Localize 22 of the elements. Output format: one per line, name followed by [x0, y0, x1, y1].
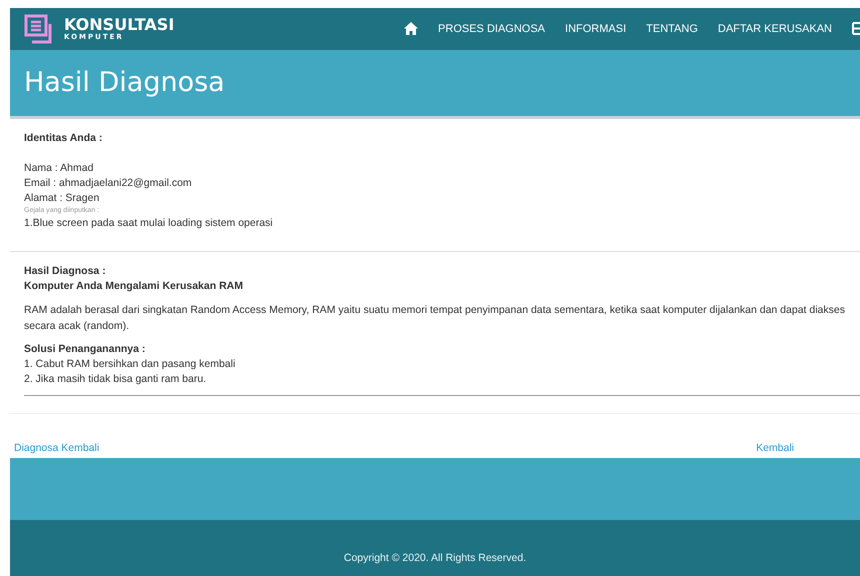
diagnose-again-link[interactable]: Diagnosa Kembali: [14, 442, 100, 454]
solution-line: 1. Cabut RAM bersihkan dan pasang kembali: [24, 356, 236, 372]
nav-link[interactable]: PROSES DIAGNOSA: [438, 22, 546, 35]
nav-link[interactable]: DAFTAR KERUSAKAN: [718, 22, 832, 35]
identity-line: Alamat : Sragen: [24, 190, 100, 206]
symptom-line: 1.Blue screen pada saat mulai loading sistem operasi: [24, 216, 274, 231]
home-icon[interactable]: [404, 22, 418, 36]
solution-heading: Solusi Penanganannya :: [24, 342, 146, 357]
brand-title: KONSULTASI: [64, 16, 174, 33]
copyright-text: Copyright © 2020. All Rights Reserved.: [344, 552, 526, 564]
diagnosis-text: Komputer Anda Mengalami Kerusakan RAM: [24, 278, 244, 294]
nav-link[interactable]: TENTANG: [646, 22, 698, 35]
identity-line: Nama : Ahmad: [24, 160, 94, 176]
page-title: Hasil Diagnosa: [24, 67, 225, 98]
identity-line: Email : ahmadjaelani22@gmail.com: [24, 176, 193, 191]
back-link[interactable]: Kembali: [756, 442, 794, 454]
description-text: RAM adalah berasal dari singkatan Random Access Memory, RAM yaitu suatu memori tempat penyimpanan data sementara, ketika saat komputer dijalankan dan dapat diakses secara acak (random).: [24, 302, 846, 334]
section-heading: Identitas Anda :: [24, 130, 104, 146]
solution-line: 2. Jika masih tidak bisa ganti ram baru.: [24, 372, 208, 387]
section-heading: Hasil Diagnosa :: [24, 264, 107, 279]
menu-icon[interactable]: [852, 22, 860, 36]
nav-link[interactable]: INFORMASI: [565, 22, 626, 35]
